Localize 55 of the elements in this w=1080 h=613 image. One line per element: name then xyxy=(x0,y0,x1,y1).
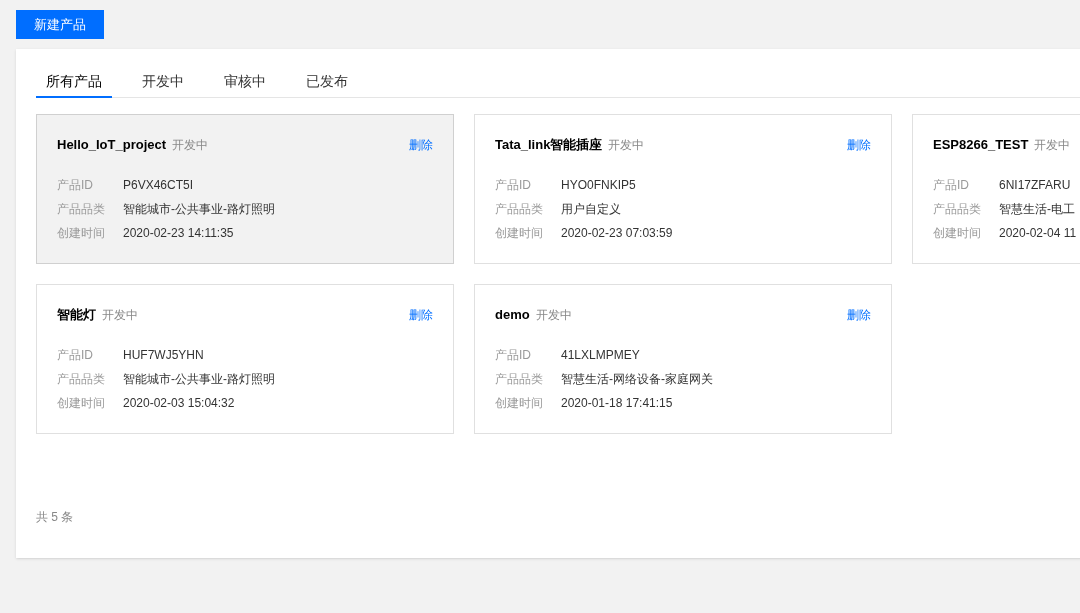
field-value: 41LXLMPMEY xyxy=(561,347,640,364)
product-card[interactable]: 智能灯 开发中 删除 产品ID HUF7WJ5YHN 产品品类 智能城市-公共事业-路灯照明 创建时间 2020-02-03 15:04:32 xyxy=(36,284,454,434)
product-card[interactable]: Tata_link智能插座 开发中 删除 产品ID HYO0FNKIP5 产品品类 用户自定义 创建时间 2020-02-23 07:03:59 xyxy=(474,114,892,264)
field-label: 产品ID xyxy=(57,347,94,364)
product-status: 开发中 xyxy=(608,137,645,155)
new-product-button[interactable]: 新建产品 xyxy=(16,10,104,39)
field-label: 创建时间 xyxy=(57,225,106,242)
delete-link[interactable]: 删除 xyxy=(409,306,433,324)
product-name: Tata_link智能插座 xyxy=(495,136,603,155)
field-label: 产品ID xyxy=(933,177,970,194)
tab[interactable]: 所有产品 xyxy=(36,67,112,98)
delete-link[interactable]: 删除 xyxy=(409,136,433,154)
field-value: 2020-02-04 11 xyxy=(999,225,1077,242)
field-label: 产品ID xyxy=(57,177,94,194)
field-value: 2020-02-23 07:03:59 xyxy=(561,225,673,242)
field-value: HUF7WJ5YHN xyxy=(123,347,204,364)
product-status: 开发中 xyxy=(102,307,138,325)
field-label: 产品品类 xyxy=(495,201,544,218)
total-count: 共 5 条 xyxy=(36,509,74,526)
product-status: 开发中 xyxy=(535,307,572,325)
field-label: 产品品类 xyxy=(57,201,106,218)
field-label: 产品品类 xyxy=(933,201,982,218)
field-value: 智慧生活-网络设备-家庭网关 xyxy=(561,371,713,388)
field-value: 2020-02-03 15:04:32 xyxy=(123,395,235,412)
product-status: 开发中 xyxy=(172,137,209,155)
field-label: 创建时间 xyxy=(57,395,106,412)
tab[interactable]: 审核中 xyxy=(214,67,276,98)
product-name: Hello_IoT_project xyxy=(57,136,167,155)
field-label: 产品品类 xyxy=(495,371,544,388)
product-card[interactable]: ESP8266_TEST 开发中 产品ID 6NI17ZFARU 产品品类 智慧生活-电工 创建时间 2020-02-04 11 xyxy=(912,114,1080,264)
field-label: 产品品类 xyxy=(57,371,106,388)
field-value: HYO0FNKIP5 xyxy=(561,177,636,194)
field-label: 创建时间 xyxy=(495,225,544,242)
product-status: 开发中 xyxy=(1034,137,1071,155)
field-value: 2020-01-18 17:41:15 xyxy=(561,395,673,412)
product-card[interactable]: demo 开发中 删除 产品ID 41LXLMPMEY 产品品类 智慧生活-网络设备-家庭网关 创建时间 2020-01-18 17:41:15 xyxy=(474,284,892,434)
product-card[interactable]: Hello_IoT_project 开发中 删除 产品ID P6VX46CT5I 产品品类 智能城市-公共事业-路灯照明 创建时间 2020-02-23 14:11:35 xyxy=(36,114,454,264)
product-name: ESP8266_TEST xyxy=(933,136,1029,155)
field-label: 产品ID xyxy=(495,347,532,364)
field-label: 创建时间 xyxy=(495,395,544,412)
field-value: P6VX46CT5I xyxy=(123,177,194,194)
field-label: 创建时间 xyxy=(933,225,982,242)
field-value: 智慧生活-电工 xyxy=(999,201,1075,218)
field-value: 6NI17ZFARU xyxy=(999,177,1071,194)
tab[interactable]: 开发中 xyxy=(132,67,194,98)
delete-link[interactable]: 删除 xyxy=(847,306,871,324)
delete-link[interactable]: 删除 xyxy=(847,136,871,154)
field-value: 智能城市-公共事业-路灯照明 xyxy=(123,371,275,388)
field-value: 2020-02-23 14:11:35 xyxy=(123,225,234,242)
product-name: 智能灯 xyxy=(57,306,96,325)
field-label: 产品ID xyxy=(495,177,532,194)
product-name: demo xyxy=(495,306,530,325)
tab[interactable]: 已发布 xyxy=(296,67,358,98)
field-value: 用户自定义 xyxy=(561,201,621,218)
field-value: 智能城市-公共事业-路灯照明 xyxy=(123,201,275,218)
